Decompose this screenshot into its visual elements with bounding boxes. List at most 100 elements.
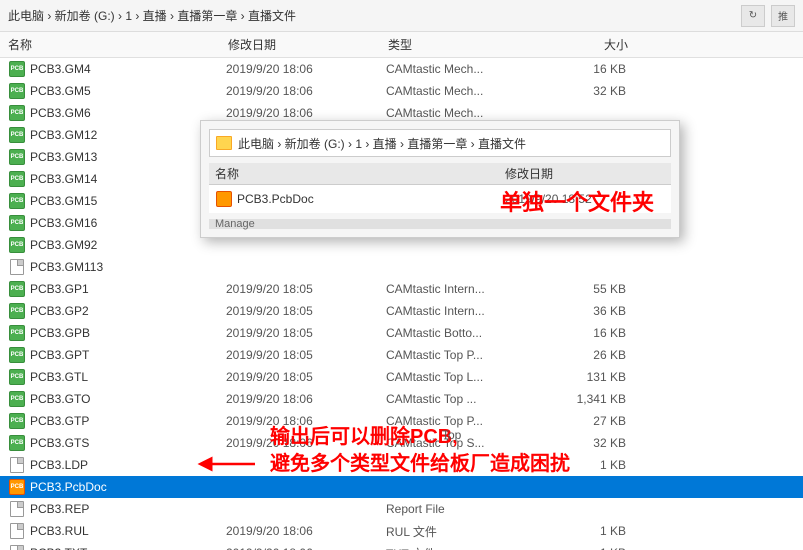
file-name: PCB3.GPT — [30, 348, 226, 362]
file-icon: PCB — [8, 193, 26, 209]
file-icon: PCB — [8, 435, 26, 451]
file-name: PCB3.GTS — [30, 436, 226, 450]
file-name: PCB3.REP — [30, 502, 226, 516]
file-name: PCB3.GPB — [30, 326, 226, 340]
table-row[interactable]: PCB PCB3.PcbDoc — [0, 476, 803, 498]
file-type: TXT 文件 — [386, 545, 546, 550]
annotation-avoid-confusion: 避免多个类型文件给板厂造成困扰 — [270, 447, 570, 476]
popup-path: 此电脑 › 新加卷 (G:) › 1 › 直播 › 直播第一章 › 直播文件 — [238, 135, 526, 152]
file-type: CAMtastic Intern... — [386, 304, 546, 318]
pcb-icon: PCB — [9, 369, 25, 385]
table-row[interactable]: PCBPCB3.GM42019/9/20 18:06CAMtastic Mech… — [0, 58, 803, 80]
file-type: CAMtastic Mech... — [386, 84, 546, 98]
table-row[interactable]: PCB3.REP Report File — [0, 498, 803, 520]
file-size: 16 KB — [546, 326, 626, 340]
file-date: 2019/9/20 18:05 — [226, 326, 386, 340]
file-size: 32 KB — [546, 84, 626, 98]
file-type: CAMtastic Top P... — [386, 348, 546, 362]
file-size: 131 KB — [546, 370, 626, 384]
table-row[interactable]: PCBPCB3.GM52019/9/20 18:06CAMtastic Mech… — [0, 80, 803, 102]
pcb-icon: PCB — [9, 105, 25, 121]
address-bar: 此电脑 › 新加卷 (G:) › 1 › 直播 › 直播第一章 › 直播文件 ↻… — [0, 0, 803, 32]
file-icon — [8, 523, 26, 539]
pcb-icon: PCB — [9, 61, 25, 77]
file-name: PCB3.GM12 — [30, 128, 226, 142]
file-type: Report File — [386, 502, 546, 516]
table-row[interactable]: PCBPCB3.GTL2019/9/20 18:05CAMtastic Top … — [0, 366, 803, 388]
file-icon — [8, 259, 26, 275]
file-date: 2019/9/20 18:05 — [226, 304, 386, 318]
file-date: 2019/9/20 18:05 — [226, 348, 386, 362]
table-row[interactable]: PCBPCB3.GPB2019/9/20 18:05CAMtastic Bott… — [0, 322, 803, 344]
file-name: PCB3.PcbDoc — [30, 480, 226, 494]
column-headers: 名称 修改日期 类型 大小 — [0, 32, 803, 58]
col-header-name[interactable]: 名称 — [8, 36, 228, 53]
file-name: PCB3.TXT — [30, 546, 226, 550]
file-date: 2019/9/20 18:06 — [226, 524, 386, 538]
file-name: PCB3.GM6 — [30, 106, 226, 120]
file-date: 2019/9/20 18:06 — [226, 392, 386, 406]
file-icon: PCB — [8, 61, 26, 77]
table-row[interactable]: PCB PCB3.GP22019/9/20 18:05CAMtastic Inte… — [0, 300, 803, 322]
generic-icon — [10, 523, 24, 539]
file-size: 26 KB — [546, 348, 626, 362]
file-type: CAMtastic Top ... — [386, 392, 546, 406]
table-row[interactable]: PCB3.TXT2019/9/20 18:06TXT 文件1 KB — [0, 542, 803, 550]
popup-col-headers: 名称 修改日期 — [209, 163, 671, 185]
table-row[interactable]: PCBPCB3.GP12019/9/20 18:05CAMtastic Inte… — [0, 278, 803, 300]
file-name: PCB3.GM13 — [30, 150, 226, 164]
popup-file-icon — [215, 191, 233, 207]
file-name: PCB3.RUL — [30, 524, 226, 538]
file-name: PCB3.GTO — [30, 392, 226, 406]
file-name: PCB3.GTL — [30, 370, 226, 384]
col-header-size[interactable]: 大小 — [548, 36, 628, 53]
pcb-icon: PCB — [9, 413, 25, 429]
col-header-date[interactable]: 修改日期 — [228, 36, 388, 53]
file-name: PCB3.GM5 — [30, 84, 226, 98]
popup-manager-bar: Manage — [209, 219, 671, 229]
file-icon: PCB — [8, 369, 26, 385]
file-type: CAMtastic Intern... — [386, 282, 546, 296]
file-icon: PCB — [8, 413, 26, 429]
file-icon: PCB — [8, 149, 26, 165]
col-header-type[interactable]: 类型 — [388, 36, 548, 53]
popup-manager-label: Manage — [215, 218, 255, 230]
generic-icon — [10, 545, 24, 550]
pcb-icon: PCB — [9, 171, 25, 187]
pcb-icon: PCB — [9, 435, 25, 451]
pcb-icon: PCB — [9, 325, 25, 341]
table-row[interactable]: PCBPCB3.GPT2019/9/20 18:05CAMtastic Top … — [0, 344, 803, 366]
pcb-icon: PCB — [9, 281, 25, 297]
file-name: PCB3.GP2 — [30, 304, 226, 318]
file-icon — [8, 545, 26, 550]
top-label: Top — [442, 428, 461, 442]
pcb-icon: PCB — [9, 83, 25, 99]
file-name: PCB3.GM92 — [30, 238, 226, 252]
file-name: PCB3.GM113 — [30, 260, 226, 274]
file-date: 2019/9/20 18:06 — [226, 546, 386, 550]
file-size: 1 KB — [546, 524, 626, 538]
file-type: CAMtastic Top L... — [386, 370, 546, 384]
search-button[interactable]: 推 — [771, 5, 795, 27]
file-size: 55 KB — [546, 282, 626, 296]
table-row[interactable]: PCBPCB3.GTO2019/9/20 18:06CAMtastic Top … — [0, 388, 803, 410]
file-type: CAMtastic Mech... — [386, 106, 546, 120]
pcb-icon: PCB — [9, 215, 25, 231]
table-row[interactable]: PCB3.RUL2019/9/20 18:06RUL 文件1 KB — [0, 520, 803, 542]
pcb-icon: PCB — [9, 303, 25, 319]
address-bar-right: ↻ 推 — [741, 5, 795, 27]
file-date: 2019/9/20 18:05 — [226, 282, 386, 296]
refresh-button[interactable]: ↻ — [741, 5, 765, 27]
generic-icon — [10, 457, 24, 473]
arrow-indicator — [200, 454, 260, 474]
popup-col-date: 修改日期 — [505, 165, 665, 182]
file-type: RUL 文件 — [386, 523, 546, 540]
popup-file-name: PCB3.PcbDoc — [237, 192, 505, 206]
file-icon: PCB — [8, 303, 26, 319]
file-icon: PCB — [8, 127, 26, 143]
popup-col-name: 名称 — [215, 165, 505, 182]
pcbdoc-icon: PCB — [9, 479, 25, 495]
pcbdoc-icon — [216, 191, 232, 207]
file-icon: PCB — [8, 171, 26, 187]
table-row[interactable]: PCB3.GM113 — [0, 256, 803, 278]
